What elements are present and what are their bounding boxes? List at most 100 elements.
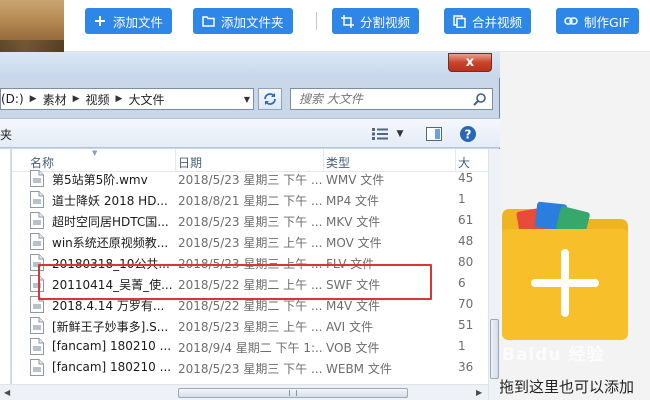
file-date: 2018/5/23 星期三 下午 ... [178,215,323,229]
video-file-icon [30,338,44,355]
file-date: 2018/8/21 星期二 下午 ... [178,194,323,208]
file-type: MOV 文件 [326,236,382,250]
file-date: 2018/9/4 星期二 下午 1:... [178,341,324,355]
video-file-icon [30,233,44,250]
make-gif-button[interactable]: 制作GIF [556,8,639,34]
crop-icon [340,14,354,28]
add-file-button[interactable]: 添加文件 [85,8,173,34]
vertical-scroll-thumb[interactable] [490,319,499,379]
refresh-button[interactable] [258,88,282,110]
chevron-right-icon[interactable]: ▶ [73,94,80,104]
breadcrumb-materials[interactable]: 素材 ▶ [43,91,86,108]
scroll-left-arrow-icon[interactable]: ◀ [4,388,10,397]
address-bar[interactable]: (D:) ▶ 素材 ▶ 视频 ▶ 大文件 ▼ [0,88,254,110]
view-list-icon[interactable] [370,125,390,143]
toolbar-separator [316,12,317,30]
file-name: [fancam] 180210 ... [52,339,172,353]
search-icon[interactable] [473,92,487,106]
file-name: 道士降妖 2018 HD... [52,194,168,208]
split-video-button[interactable]: 分割视频 [332,8,420,34]
file-name: [新鲜王子妙事多].S... [52,320,169,334]
folder-icon [201,14,215,28]
horizontal-scroll-thumb[interactable] [178,388,408,398]
copy-icon [452,14,466,28]
file-type: VOB 文件 [326,341,380,355]
file-date: 2018/5/23 星期三 下午 ... [178,362,323,376]
file-size: 70 [458,297,474,311]
svg-text:?: ? [465,128,472,142]
vertical-scrollbar[interactable] [488,149,500,400]
dialog-title-bar[interactable] [0,52,500,78]
background-photo [0,0,64,52]
app-toolbar: 添加文件 添加文件夹 分割视频 合并视频 制作GIF [64,0,650,52]
chevron-right-icon[interactable]: ▶ [30,94,37,104]
merge-video-button[interactable]: 合并视频 [444,8,532,34]
merge-video-label: 合并视频 [472,14,523,30]
add-folder-label: 添加文件夹 [221,14,284,30]
file-size: 61 [458,213,474,227]
file-size: 45 [458,171,474,185]
search-input[interactable] [291,89,461,109]
navigation-pane[interactable] [0,149,11,400]
file-row[interactable]: 道士降妖 2018 HD... 2018/8/21 星期二 下午 ... MP4… [12,189,488,210]
video-file-icon [30,212,44,229]
file-name: 超时空同居HDTC国... [52,215,169,229]
drop-hint-text: 拖到这里也可以添加 [499,378,635,396]
video-file-icon [30,359,44,376]
plus-icon [93,14,107,28]
help-icon[interactable]: ? [458,125,478,143]
file-row[interactable]: 超时空同居HDTC国... 2018/5/23 星期三 下午 ... MKV 文… [12,210,488,231]
close-icon: x [465,55,475,70]
video-file-icon [30,170,44,187]
scroll-right-arrow-icon[interactable]: ▶ [476,388,482,397]
address-row: (D:) ▶ 素材 ▶ 视频 ▶ 大文件 ▼ [0,86,500,112]
file-date: 2018/5/23 星期三 上午 ... [178,236,323,250]
highlight-box [38,264,432,300]
command-bar: 夹 ▼ ? [0,118,500,148]
chevron-right-icon[interactable]: ▶ [116,94,123,104]
breadcrumb-drive[interactable]: (D:) ▶ [1,92,43,106]
file-size: 6 [458,276,466,290]
file-row[interactable]: 第5站第5阶.wmv 2018/5/23 星期三 下午 ... WMV 文件 4… [12,168,488,189]
file-open-dialog: x (D:)▶ 素材▶ 视频▶ 大文件 ▼ 夹 [0,52,500,400]
new-folder-command[interactable]: 夹 [0,126,12,143]
file-date: 2018/5/23 星期三 下午 ... [178,173,323,187]
breadcrumb-videos[interactable]: 视频 ▶ [86,91,129,108]
file-size: 48 [458,234,474,248]
add-file-label: 添加文件 [113,14,164,30]
add-folder-illustration[interactable] [500,195,630,340]
watermark: Baidu 经验 [502,345,605,365]
close-button[interactable]: x [448,53,492,72]
add-folder-button[interactable]: 添加文件夹 [193,8,293,34]
grip-icon [289,390,297,396]
file-type: WMV 文件 [326,173,385,187]
video-file-icon [30,317,44,334]
refresh-icon [264,93,276,105]
horizontal-scrollbar[interactable]: ◀ ▶ [0,384,488,400]
file-date: 2018/5/23 星期三 上午 ... [178,320,323,334]
file-size: 36 [458,360,474,374]
search-box[interactable] [290,88,493,110]
file-row[interactable]: [新鲜王子妙事多].S... 2018/5/23 星期三 上午 ... AVI … [12,315,488,336]
file-name: [fancam] 180210 ... [52,360,172,374]
view-options-chevron-icon[interactable]: ▼ [394,125,406,143]
link-icon [564,14,578,28]
chevron-down-icon[interactable]: ▼ [241,95,253,104]
breadcrumb-large-files[interactable]: 大文件 [128,91,164,108]
preview-pane-icon[interactable] [424,125,444,143]
file-size: 1 [458,339,466,353]
file-row[interactable]: win系统还原视频教... 2018/5/23 星期三 上午 ... MOV 文… [12,231,488,252]
file-type: AVI 文件 [326,320,374,334]
file-type: MKV 文件 [326,215,381,229]
file-type: MP4 文件 [326,194,380,208]
sort-indicator-icon: ▼ [92,149,98,157]
file-row[interactable]: [fancam] 180210 ... 2018/9/4 星期二 下午 1:..… [12,336,488,357]
file-size: 51 [458,318,474,332]
file-size: 1 [458,192,466,206]
video-file-icon [30,191,44,208]
file-row[interactable]: [fancam] 180210 ... 2018/5/23 星期三 下午 ...… [12,357,488,378]
file-size: 80 [458,255,474,269]
file-name: win系统还原视频教... [52,236,169,250]
make-gif-label: 制作GIF [584,14,630,30]
file-type: WEBM 文件 [326,362,392,376]
